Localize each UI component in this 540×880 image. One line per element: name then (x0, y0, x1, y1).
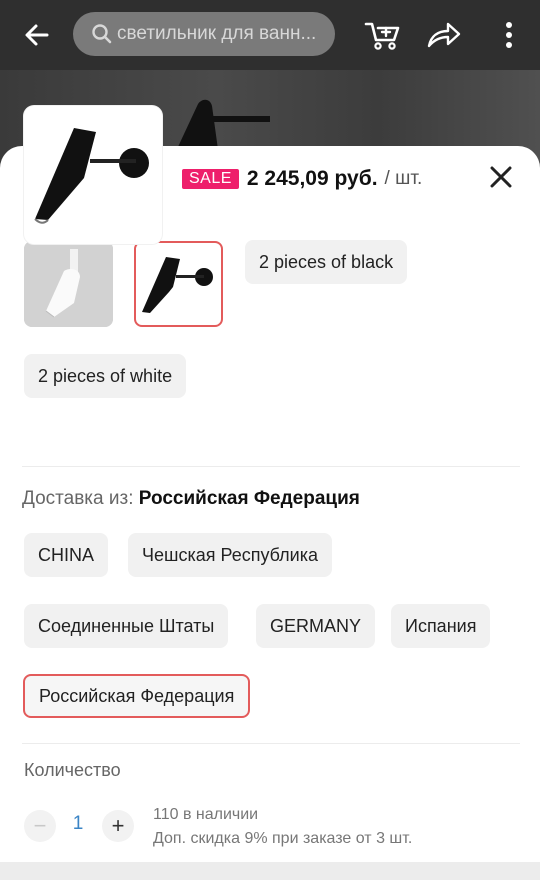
search-icon (92, 24, 112, 44)
quantity-label: Количество (24, 760, 121, 780)
bottom-strip (0, 862, 540, 880)
ship-chip-china[interactable]: CHINA (24, 533, 109, 577)
selected-variant-image[interactable] (24, 106, 162, 244)
section-divider (22, 466, 520, 467)
quantity-increase-button[interactable]: + (102, 810, 134, 842)
top-app-bar: светильник для ванн... (0, 0, 540, 70)
variant-chip-white[interactable]: 2 pieces of white (24, 354, 187, 398)
price-unit: / шт. (384, 168, 423, 189)
variant-thumb-white[interactable] (24, 241, 113, 327)
ship-chip-germany[interactable]: GERMANY (256, 604, 376, 648)
shipping-from-label: Доставка из: Российская Федерация (22, 488, 360, 509)
bulk-discount-note: Доп. скидка 9% при заказе от 3 шт. (153, 830, 413, 847)
variant-thumb-black[interactable] (134, 241, 223, 327)
back-arrow-icon[interactable] (20, 18, 54, 52)
quantity-value[interactable]: 1 (66, 813, 90, 835)
ship-chip-russia[interactable]: Российская Федерация (23, 674, 251, 718)
ship-chip-spain[interactable]: Испания (391, 604, 491, 648)
ship-chip-usa[interactable]: Соединенные Штаты (24, 604, 229, 648)
stock-count: 110 в наличии (153, 806, 259, 823)
search-placeholder: светильник для ванн... (117, 23, 317, 44)
section-divider (22, 743, 520, 744)
search-input[interactable]: светильник для ванн... (73, 12, 335, 56)
cart-icon[interactable] (362, 15, 402, 55)
variant-chip-black[interactable]: 2 pieces of black (245, 240, 408, 284)
share-icon[interactable] (424, 15, 464, 55)
more-vertical-icon[interactable] (494, 15, 524, 55)
shipping-from-selected: Российская Федерация (138, 488, 360, 509)
quantity-decrease-button[interactable]: − (24, 810, 56, 842)
close-icon[interactable] (486, 162, 516, 192)
sale-badge: SALE (182, 169, 239, 189)
price-row: SALE 2 245,09 руб. / шт. (182, 167, 422, 191)
ship-chip-czech[interactable]: Чешская Республика (128, 533, 332, 577)
price-value: 2 245,09 руб. (246, 167, 378, 190)
